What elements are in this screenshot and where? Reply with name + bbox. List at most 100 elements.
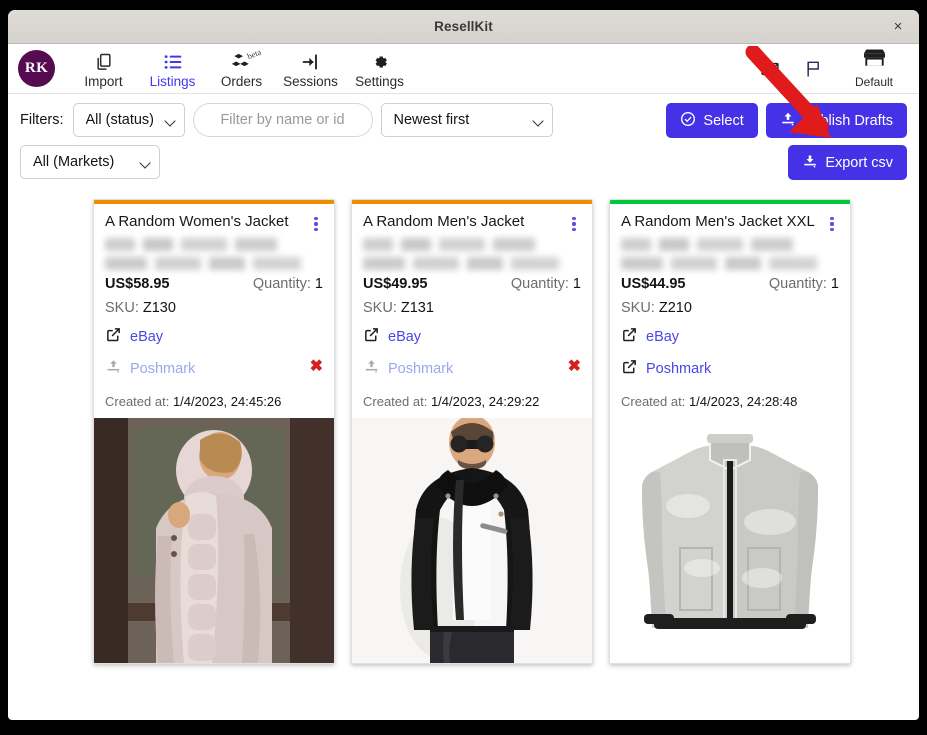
created-label: Created at: [621, 394, 686, 409]
sign-in-icon [301, 51, 321, 73]
sku-value: Z131 [400, 300, 434, 316]
blurred-text-line [621, 238, 839, 251]
external-link-icon [621, 326, 638, 348]
listing-title: A Random Women's Jacket [105, 213, 289, 230]
blurred-text-line [363, 238, 581, 251]
nav-items: Import Listings beta Orders Sessions Set… [69, 46, 414, 89]
listing-sku: SKU: Z210 [621, 300, 839, 316]
listing-card-body: A Random Women's Jacket US$58.95 Quantit… [94, 204, 334, 384]
listing-card[interactable]: A Random Women's Jacket US$58.95 Quantit… [93, 199, 335, 664]
market-filter-select[interactable]: All (Markets) [20, 145, 160, 179]
price-row: US$58.95 Quantity: 1 [105, 276, 323, 292]
status-filter-wrap: All (status) [72, 103, 185, 137]
listing-title: A Random Men's Jacket [363, 213, 525, 230]
nav-label: Import [84, 73, 123, 89]
nav-label: Orders [220, 73, 263, 89]
sort-filter-select[interactable]: Newest first [380, 103, 553, 137]
listing-sku: SKU: Z130 [105, 300, 323, 316]
market-row-ebay: eBay [621, 326, 839, 348]
market-filter-wrap: All (Markets) [20, 145, 160, 179]
sku-value: Z210 [658, 300, 692, 316]
listing-menu-icon[interactable] [825, 215, 839, 233]
search-input[interactable] [192, 103, 373, 137]
sku-value: Z130 [142, 300, 176, 316]
upload-icon [105, 358, 122, 380]
select-button-label: Select [703, 112, 744, 129]
listing-menu-icon[interactable] [309, 215, 323, 233]
listing-description-blurred [363, 238, 581, 270]
price-row: US$44.95 Quantity: 1 [621, 276, 839, 292]
market-link-label[interactable]: eBay [388, 329, 421, 345]
created-label: Created at: [105, 394, 170, 409]
listing-title-row: A Random Men's Jacket XXL [621, 213, 839, 233]
external-link-icon [105, 326, 122, 348]
upload-icon [363, 358, 380, 380]
quantity-value: 1 [830, 276, 839, 292]
market-link-label[interactable]: eBay [646, 329, 679, 345]
navbar-right-actions: Default [757, 48, 907, 89]
sku-label: SKU: [105, 300, 139, 316]
filters-bar: Filters: All (status) Newest first All (… [8, 94, 919, 193]
listing-card[interactable]: A Random Men's Jacket XXL US$44.95 Quant… [609, 199, 851, 664]
listing-sku: SKU: Z131 [363, 300, 581, 316]
listing-image [94, 418, 334, 663]
upload-icon [780, 111, 796, 131]
market-link-label[interactable]: Poshmark [130, 361, 195, 377]
listing-card-body: A Random Men's Jacket XXL US$44.95 Quant… [610, 204, 850, 384]
listing-title-row: A Random Women's Jacket [105, 213, 323, 233]
listing-card-body: A Random Men's Jacket US$49.95 Quantity:… [352, 204, 592, 384]
sku-label: SKU: [621, 300, 655, 316]
created-label: Created at: [363, 394, 428, 409]
listing-title: A Random Men's Jacket XXL [621, 213, 815, 230]
nav-label: Listings [149, 73, 196, 89]
listing-card[interactable]: A Random Men's Jacket US$49.95 Quantity:… [351, 199, 593, 664]
close-icon[interactable]: × [887, 16, 909, 38]
listing-image [352, 418, 592, 663]
price-row: US$49.95 Quantity: 1 [363, 276, 581, 292]
nav-label: Settings [355, 73, 404, 89]
title-bar: ResellKit × [8, 10, 919, 44]
listing-description-blurred [621, 238, 839, 270]
nav-item-import[interactable]: Import [69, 49, 138, 89]
market-link-label[interactable]: Poshmark [388, 361, 453, 377]
status-filter-select[interactable]: All (status) [72, 103, 185, 137]
market-link-label[interactable]: eBay [130, 329, 163, 345]
quantity-value: 1 [572, 276, 581, 292]
external-link-icon [363, 326, 380, 348]
avatar[interactable]: RK [18, 50, 55, 87]
quantity-value: 1 [314, 276, 323, 292]
nav-item-sessions[interactable]: Sessions [276, 49, 345, 89]
publish-drafts-button[interactable]: Publish Drafts [765, 103, 907, 138]
market-label: Default [854, 75, 894, 89]
export-csv-button[interactable]: Export csv [788, 145, 907, 180]
download-icon [802, 153, 818, 173]
main-navbar: RK Import Listings beta Orders Sessions … [8, 44, 919, 94]
storefront-icon [862, 48, 887, 74]
market-link-label[interactable]: Poshmark [646, 361, 711, 377]
quantity-label: Quantity: [510, 276, 569, 292]
remove-market-icon[interactable]: ✖ [310, 359, 323, 375]
publish-drafts-label: Publish Drafts [802, 112, 893, 129]
nav-item-orders[interactable]: beta Orders [207, 46, 276, 89]
created-value: 1/4/2023, 24:28:48 [688, 394, 798, 409]
flag-icon[interactable] [801, 56, 827, 82]
copy-icon [94, 51, 114, 73]
sku-label: SKU: [363, 300, 397, 316]
nav-item-settings[interactable]: Settings [345, 49, 414, 89]
quantity-label: Quantity: [768, 276, 827, 292]
market-row-poshmark: Poshmark [621, 358, 839, 380]
select-button[interactable]: Select [666, 103, 758, 138]
market-row-poshmark: Poshmark ✖ [105, 358, 323, 380]
app-window: ResellKit × RK Import Listings beta Orde… [8, 10, 919, 720]
remove-market-icon[interactable]: ✖ [568, 359, 581, 375]
created-value: 1/4/2023, 24:29:22 [430, 394, 540, 409]
market-selector[interactable]: Default [845, 48, 903, 89]
envelope-icon[interactable] [757, 56, 783, 82]
listing-image [610, 418, 850, 663]
created-value: 1/4/2023, 24:45:26 [172, 394, 282, 409]
nav-label: Sessions [283, 73, 338, 89]
nav-item-listings[interactable]: Listings [138, 49, 207, 89]
filter-row-secondary: All (Markets) [20, 145, 907, 179]
listing-menu-icon[interactable] [567, 215, 581, 233]
blurred-text-line [621, 257, 839, 270]
